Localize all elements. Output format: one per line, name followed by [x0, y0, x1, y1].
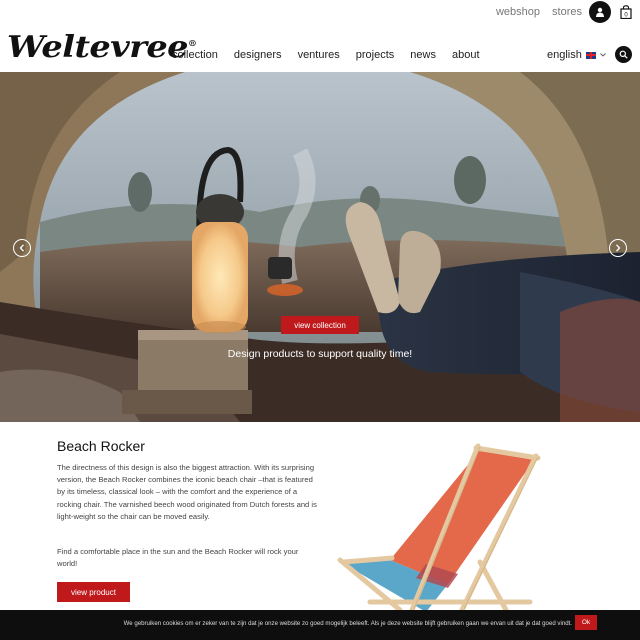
slider-prev-button[interactable]: [13, 239, 31, 257]
product-description: The directness of this design is also th…: [57, 463, 317, 521]
site-logo[interactable]: Weltevree®: [7, 30, 197, 65]
search-button[interactable]: [615, 46, 632, 63]
nav-ventures[interactable]: ventures: [298, 49, 340, 61]
hero-tagline: Design products to support quality time!: [227, 348, 413, 360]
nav-about[interactable]: about: [452, 49, 480, 61]
cookie-bar: We gebruiken cookies om er zeker van te …: [0, 610, 640, 640]
product-title: Beach Rocker: [57, 438, 145, 454]
account-button[interactable]: [589, 1, 611, 23]
view-collection-button[interactable]: view collection: [281, 316, 359, 334]
shopping-bag-icon: 0: [620, 5, 632, 19]
search-icon: [619, 50, 628, 59]
user-icon: [596, 7, 604, 17]
slider-next-button[interactable]: [609, 239, 627, 257]
stores-link[interactable]: stores: [552, 6, 582, 18]
svg-text:0: 0: [624, 13, 628, 19]
view-product-button[interactable]: view product: [57, 582, 130, 602]
webshop-link[interactable]: webshop: [496, 6, 540, 18]
chevron-down-icon: [600, 53, 606, 57]
cookie-message: We gebruiken cookies om er zeker van te …: [123, 620, 572, 627]
product-description-2: Find a comfortable place in the sun and …: [57, 547, 299, 569]
cookie-ok-button[interactable]: Ok: [575, 615, 597, 630]
site-header: webshop stores 0 Weltevree® collection d…: [0, 0, 640, 72]
language-selector[interactable]: english: [547, 49, 606, 61]
main-nav: collection designers ventures projects n…: [172, 49, 480, 61]
hero-slider: view collection Design products to suppo…: [0, 72, 640, 422]
language-label: english: [547, 49, 582, 61]
chevron-right-icon: [616, 244, 621, 252]
beach-rocker-image: [337, 443, 541, 612]
featured-product: Beach Rocker The directness of this desi…: [0, 422, 640, 612]
nav-news[interactable]: news: [410, 49, 436, 61]
uk-flag-icon: [585, 51, 596, 59]
nav-projects[interactable]: projects: [356, 49, 395, 61]
chevron-left-icon: [19, 244, 24, 252]
top-links: webshop stores: [496, 6, 582, 18]
nav-collection[interactable]: collection: [172, 49, 218, 61]
cart-button[interactable]: 0: [619, 4, 633, 20]
nav-designers[interactable]: designers: [234, 49, 282, 61]
hero-image: [0, 72, 640, 422]
